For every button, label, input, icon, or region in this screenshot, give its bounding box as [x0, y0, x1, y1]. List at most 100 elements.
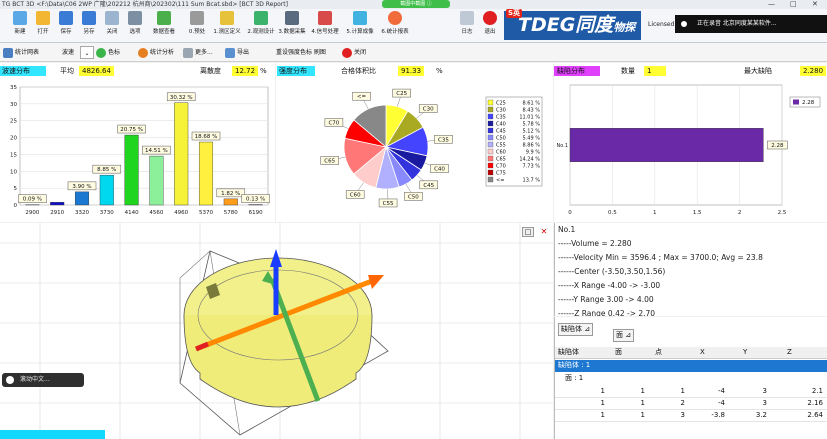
legend-swatch — [487, 106, 494, 113]
stats-analysis-button[interactable]: 统计分析 — [138, 46, 174, 59]
ribbon-new-button[interactable]: 新建 — [9, 10, 31, 40]
pie-label: C60 — [350, 192, 361, 198]
col-z[interactable]: Z — [787, 347, 792, 358]
y-tick-label: 20 — [10, 136, 17, 142]
progress-strip — [0, 430, 105, 439]
legend-label: 2.28 — [802, 100, 815, 106]
ribbon-report-button[interactable]: 6.统计报表 — [380, 10, 410, 40]
playback-hint[interactable]: 滚动中文... — [2, 373, 84, 387]
stats-table-button[interactable]: 统计网表 — [3, 46, 39, 59]
ribbon-open-button[interactable]: 打开 — [32, 10, 54, 40]
pie-label: C35 — [438, 137, 449, 143]
table-cell: 1 — [600, 399, 605, 407]
ribbon-compute-button[interactable]: 5.计算成像 — [345, 10, 375, 40]
save-icon — [59, 11, 73, 25]
data-label: 0.13 % — [246, 197, 265, 203]
screen-record-pill[interactable]: 截图中截图 ⓘ — [382, 0, 450, 8]
export-button[interactable]: 导出 — [225, 46, 249, 59]
wave-select[interactable]: ⌄ — [80, 46, 94, 59]
record-dot-icon — [681, 21, 687, 27]
table-cell: 1 — [640, 411, 645, 419]
col-face[interactable]: 面 — [615, 347, 622, 358]
close-report-button[interactable]: 关闭 — [342, 46, 366, 59]
col-point[interactable]: 点 — [655, 347, 662, 358]
data-label: 1.82 % — [221, 191, 240, 197]
ribbon-exit-button[interactable]: 退出 — [479, 10, 501, 40]
tab-defect[interactable]: 缺陷体 ⊿ — [558, 323, 594, 336]
legend-category: C35 — [496, 115, 506, 121]
3d-view[interactable]: □ ✕ 滚动中文... — [0, 223, 553, 439]
table-cell: 1 — [600, 411, 605, 419]
more-button[interactable]: 更多... — [183, 46, 213, 59]
table-row[interactable]: 1 1 3 -3.8 3.2 2.64 — [555, 410, 827, 422]
minimize-button[interactable]: — — [768, 0, 775, 9]
power-icon — [342, 47, 352, 58]
axes-toggle-button[interactable]: ✕ — [538, 227, 550, 237]
y-tick-label: 15 — [10, 152, 17, 158]
legend-category: C50 — [496, 136, 506, 142]
ribbon-design-button[interactable]: 2.观测设计 — [247, 10, 275, 40]
ribbon-data-view-button[interactable]: 数据查看 — [150, 10, 178, 40]
legend-category: C45 — [496, 129, 506, 135]
avg-value: 4826.64 — [79, 66, 114, 76]
ribbon-survey-area-button[interactable]: 1.测区定义 — [213, 10, 241, 40]
avg-label: 平均 — [60, 67, 74, 75]
legend-category: C70 — [496, 164, 506, 170]
legend-category: <= — [496, 178, 504, 184]
x-tick-label: 5780 — [224, 210, 238, 216]
max-defect-label: 最大缺陷 — [744, 67, 772, 75]
ribbon-acquire-button[interactable]: 3.数据采集 — [278, 10, 306, 40]
tab-face[interactable]: 面 ⊿ — [613, 329, 635, 342]
table-row[interactable]: 1 1 1 -4 3 2.1 — [555, 386, 827, 398]
close-window-button[interactable]: ✕ — [812, 0, 818, 9]
recording-notification[interactable]: 正在录音 北京同度某某软件... — [675, 15, 827, 33]
legend-swatch — [487, 162, 494, 169]
subgroup-label: 面 : 1 — [565, 374, 584, 382]
legend-swatch — [487, 134, 494, 141]
col-defect[interactable]: 缺陷体 — [558, 347, 579, 358]
ribbon-options-button[interactable]: 选项 — [124, 10, 146, 40]
ribbon-signal-button[interactable]: 4.信号处理 — [310, 10, 340, 40]
x-tick-label: 1 — [653, 210, 657, 216]
table-cell: 3 — [680, 411, 685, 419]
legend-swatch — [487, 113, 494, 120]
legend-swatch — [487, 169, 494, 176]
y-tick-label: 30 — [10, 102, 17, 108]
x-tick-label: 2900 — [25, 210, 39, 216]
legend-value: 8.86 % — [523, 143, 541, 149]
col-y[interactable]: Y — [743, 347, 747, 358]
x-tick-label: 4560 — [149, 210, 163, 216]
legend-category: C60 — [496, 150, 506, 156]
report-pie-icon — [388, 11, 402, 25]
color-scale-button[interactable]: 色标 — [96, 46, 120, 59]
x-tick-label: 3320 — [75, 210, 89, 216]
view-reset-button[interactable]: □ — [522, 227, 534, 237]
square-icon: □ — [524, 228, 532, 236]
ribbon-saveas-button[interactable]: 另存 — [78, 10, 100, 40]
table-row[interactable]: 1 1 2 -4 3 2.16 — [555, 398, 827, 410]
group-row-defect[interactable]: 缺陷体 : 1 — [555, 360, 827, 372]
log-icon — [460, 11, 474, 25]
col-x[interactable]: X — [700, 347, 705, 358]
x-tick-label: 4960 — [174, 210, 188, 216]
new-icon — [13, 11, 27, 25]
maximize-button[interactable]: □ — [790, 0, 797, 9]
ribbon-preprocess-button[interactable]: 0.预处 — [186, 10, 208, 40]
max-defect-value: 2.280 — [800, 66, 827, 76]
more-icon — [183, 47, 193, 58]
window-title: TG BCT 3D <F:\Data\C06 2WP 广隆\202212 杭州商… — [2, 1, 288, 8]
ribbon-close-button[interactable]: 关闭 — [101, 10, 123, 40]
legend-value: 7.73 % — [523, 164, 541, 170]
legend-category: C30 — [496, 108, 506, 114]
group-row-face[interactable]: 面 : 1 — [555, 373, 827, 385]
x-tick-label: 2910 — [50, 210, 64, 216]
logo-badge: S英 — [506, 9, 523, 18]
defect-bar — [569, 128, 764, 162]
reset-color-scale-button[interactable]: 重设强度色标 刷图 — [276, 46, 326, 59]
ribbon-log-button[interactable]: 日志 — [456, 10, 478, 40]
x-tick-label: 2.5 — [778, 210, 787, 216]
defect-info-panel: No.1 -----Volume = 2.280 ------Velocity … — [554, 223, 827, 316]
pie-label: C40 — [434, 167, 445, 173]
ribbon-save-button[interactable]: 保存 — [55, 10, 77, 40]
3d-scene[interactable] — [0, 223, 553, 439]
